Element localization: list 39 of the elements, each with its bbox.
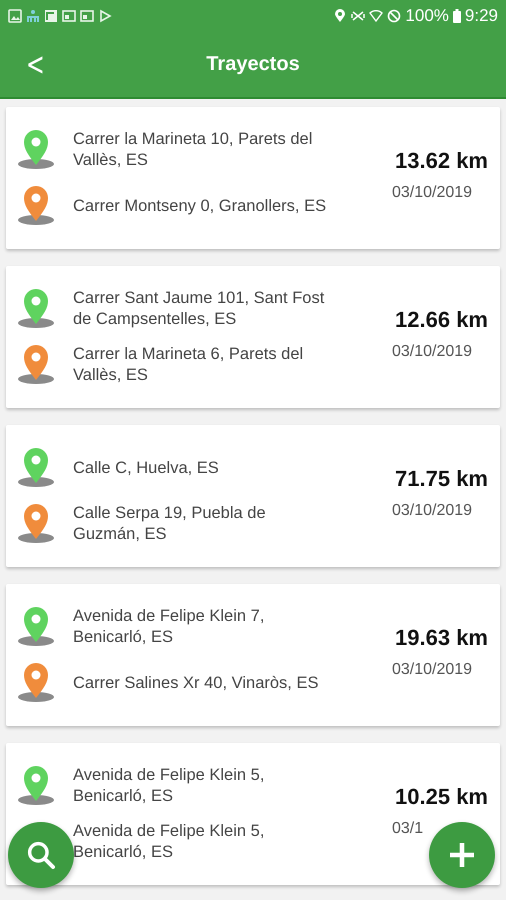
location-icon — [333, 9, 348, 23]
address: Carrer la Marineta 6, Parets del Vallès, ES — [73, 344, 304, 386]
distance: 10.25 km — [395, 784, 488, 810]
screen-title: Trayectos — [206, 53, 300, 76]
trip-card[interactable]: Carrer Sant Jaume 101, Sant Fost de Campsentelles, ES Carrer la Marineta 6, Parets del Vallès, ES 12.66 km 03/10/2019 — [6, 266, 500, 408]
image-icon — [8, 9, 22, 23]
figure-icon — [26, 9, 40, 23]
address: Avenida de Felipe Klein 5, Benicarló, ES — [73, 765, 266, 807]
trip-card[interactable]: Avenida de Felipe Klein 5, Benicarló, ES Avenida de Felipe Klein 5, Benicarló, ES 10.25 km 03/1 — [6, 743, 500, 885]
window-icon — [80, 9, 94, 23]
battery-icon — [452, 9, 461, 23]
photo-icon — [44, 9, 58, 23]
trip-date: 03/10/2019 — [392, 184, 474, 202]
play-icon — [98, 9, 112, 23]
address: Calle Serpa 19, Puebla de Guzmán, ES — [73, 503, 267, 545]
address: Calle C, Huelva, ES — [73, 458, 220, 478]
trip-card[interactable]: Avenida de Felipe Klein 7, Benicarló, ES Carrer Salines Xr 40, Vinaròs, ES 19.63 km 03/10/2019 — [6, 584, 500, 726]
battery-percent: 100% — [405, 6, 449, 26]
distance: 71.75 km — [395, 466, 488, 492]
trip-date: 03/10/2019 — [392, 661, 474, 679]
distance: 19.63 km — [395, 625, 488, 651]
address: Carrer Sant Jaume 101, Sant Fost de Campsentelles, ES — [73, 288, 326, 330]
trip-card[interactable]: Calle C, Huelva, ES Calle Serpa 19, Puebla de Guzmán, ES 71.75 km 03/10/2019 — [6, 425, 500, 567]
address: Avenida de Felipe Klein 7, Benicarló, ES — [73, 606, 266, 648]
blocked-icon — [387, 9, 402, 23]
wifi-icon — [369, 9, 384, 23]
distance: 13.62 km — [395, 148, 488, 174]
address: Carrer la Marineta 10, Parets del Vallès, ES — [73, 129, 314, 171]
address: Carrer Montseny 0, Granollers, ES — [73, 196, 328, 216]
trip-card[interactable]: Carrer la Marineta 10, Parets del Vallès, ES Carrer Montseny 0, Granollers, ES 13.62 km 03/10/2019 — [6, 107, 500, 249]
distance: 12.66 km — [395, 307, 488, 333]
trip-date: 03/10/2019 — [392, 502, 474, 520]
trip-date: 03/10/2019 — [392, 343, 474, 361]
window-icon — [62, 9, 76, 23]
address: Avenida de Felipe Klein 5, Benicarló, ES — [73, 821, 266, 863]
trip-date: 03/1 — [392, 820, 424, 838]
clock: 9:29 — [464, 6, 498, 26]
search-icon — [25, 839, 57, 871]
address: Carrer Salines Xr 40, Vinaròs, ES — [73, 672, 320, 694]
